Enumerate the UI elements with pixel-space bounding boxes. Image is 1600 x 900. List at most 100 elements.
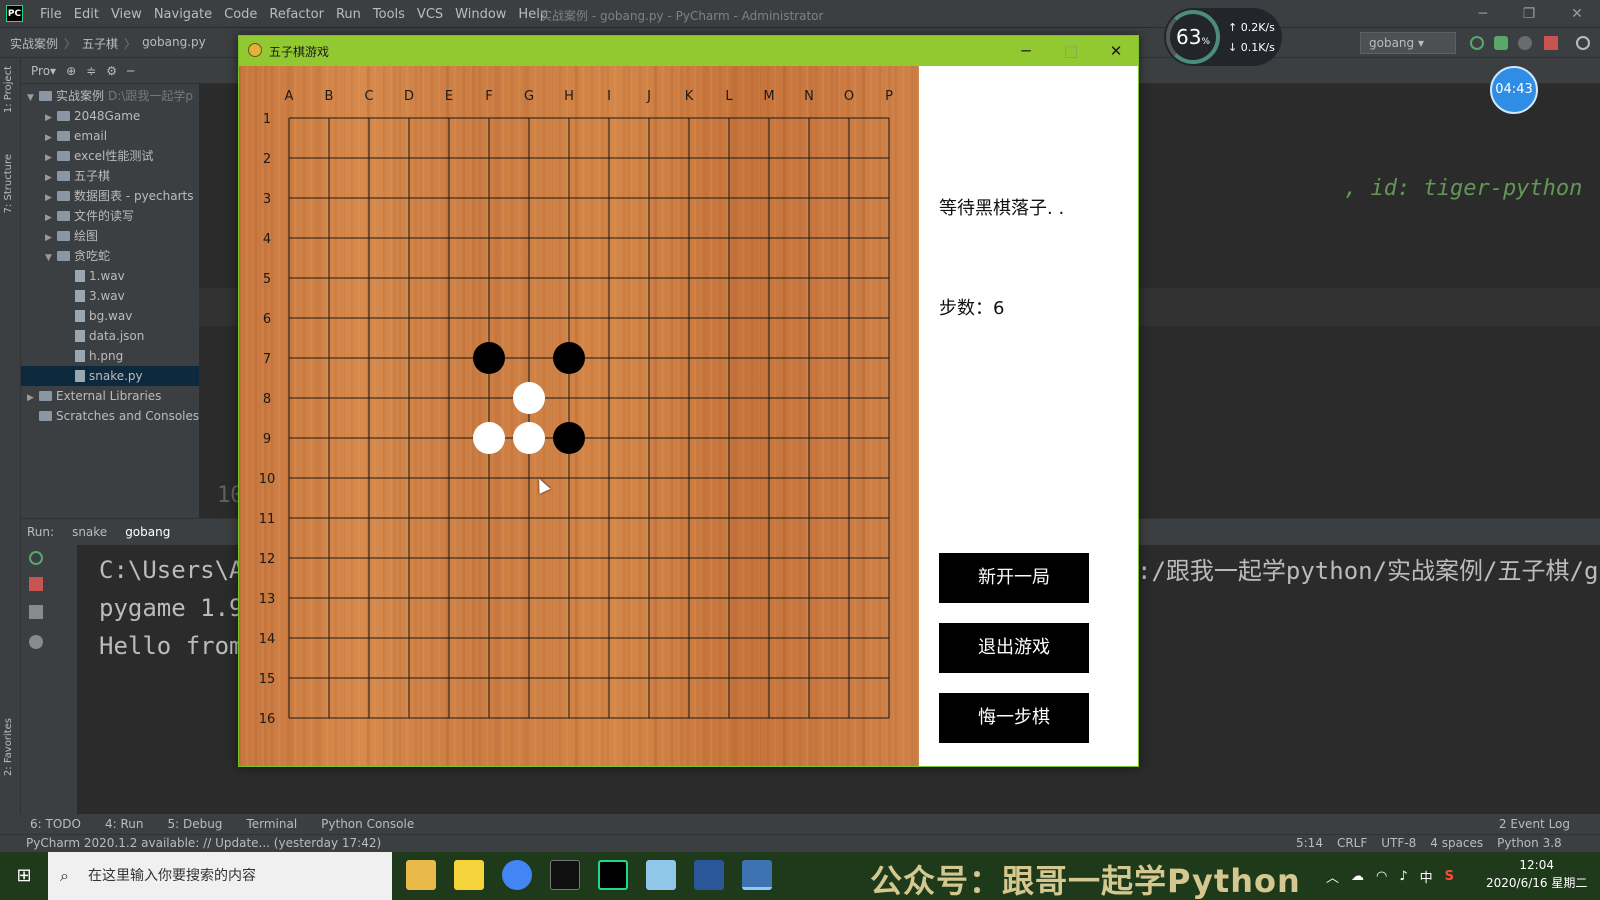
- menu-navigate[interactable]: Navigate: [148, 7, 218, 22]
- white-stone[interactable]: [513, 422, 545, 454]
- volume-icon[interactable]: ♪: [1399, 869, 1407, 884]
- console-output[interactable]: C:\Users\A pygame 1.9 Hello from: [99, 551, 244, 665]
- notepad-icon[interactable]: [646, 860, 676, 890]
- tray-expand-icon[interactable]: ︿: [1326, 867, 1339, 886]
- caret-position[interactable]: 5:14: [1296, 836, 1323, 850]
- menu-window[interactable]: Window: [449, 7, 512, 22]
- tree-item[interactable]: ▶ 文件的读写: [21, 206, 199, 226]
- collapse-all-icon[interactable]: ≑: [86, 64, 96, 78]
- tree-item[interactable]: ▶ 数据图表 - pyecharts: [21, 186, 199, 206]
- tab-debug[interactable]: 5: Debug: [167, 817, 222, 831]
- menu-edit[interactable]: Edit: [68, 7, 105, 22]
- run-tab-snake[interactable]: snake: [72, 525, 107, 539]
- search-icon[interactable]: [1576, 36, 1590, 50]
- file-explorer-icon[interactable]: [406, 860, 436, 890]
- tab-structure[interactable]: 7: Structure: [3, 154, 14, 213]
- menu-code[interactable]: Code: [218, 7, 263, 22]
- sogou-icon[interactable]: S: [1445, 869, 1454, 884]
- recording-timer[interactable]: 04:43: [1490, 66, 1538, 114]
- windows-start-icon[interactable]: ⊞: [0, 852, 48, 900]
- collapsed-arrow-icon[interactable]: ▶: [45, 128, 57, 148]
- tree-item[interactable]: data.json: [21, 326, 199, 346]
- chrome-icon[interactable]: [502, 860, 532, 890]
- undo-move-button[interactable]: 悔一步棋: [939, 693, 1089, 743]
- breadcrumb-item[interactable]: 五子棋: [82, 35, 118, 52]
- tree-item[interactable]: ▶ 2048Game: [21, 106, 199, 126]
- collapsed-arrow-icon[interactable]: ▶: [27, 388, 39, 408]
- tree-item[interactable]: ▼ 实战案例 D:\跟我一起学p: [21, 86, 199, 106]
- menu-refactor[interactable]: Refactor: [263, 7, 330, 22]
- tree-item[interactable]: bg.wav: [21, 306, 199, 326]
- collapsed-arrow-icon[interactable]: ▶: [45, 208, 57, 228]
- sticky-notes-icon[interactable]: [454, 860, 484, 890]
- layout-icon[interactable]: [29, 605, 43, 619]
- tree-item[interactable]: h.png: [21, 346, 199, 366]
- python-interpreter[interactable]: Python 3.8: [1497, 836, 1562, 850]
- minimize-icon[interactable]: ─: [1011, 40, 1041, 62]
- tree-item[interactable]: 3.wav: [21, 286, 199, 306]
- indent-setting[interactable]: 4 spaces: [1430, 836, 1483, 850]
- tab-favorites[interactable]: 2: Favorites: [3, 718, 14, 776]
- rerun-icon[interactable]: [1470, 36, 1484, 50]
- stop-icon[interactable]: [29, 577, 43, 591]
- minimize-icon[interactable]: ─: [1470, 4, 1496, 24]
- close-icon[interactable]: ✕: [1564, 4, 1590, 24]
- tab-terminal[interactable]: Terminal: [246, 817, 297, 831]
- gobang-board[interactable]: A B C D E F G H I J K L M N O P 1 2 3 4 5 6 7 8 9 10 11 12 13 14 15 16: [239, 66, 919, 766]
- menu-tools[interactable]: Tools: [367, 7, 411, 22]
- tree-item[interactable]: ▼ 贪吃蛇: [21, 246, 199, 266]
- tree-item[interactable]: ▶ 绘图: [21, 226, 199, 246]
- taskbar-search-input[interactable]: ⌕ 在这里输入你要搜索的内容: [48, 852, 392, 900]
- breadcrumb-item[interactable]: gobang.py: [142, 35, 206, 52]
- tab-todo[interactable]: 6: TODO: [30, 817, 81, 831]
- board-grid[interactable]: A B C D E F G H I J K L M N O P12345678910111213141516: [239, 66, 919, 766]
- tree-item[interactable]: ▶ email: [21, 126, 199, 146]
- tab-run[interactable]: 4: Run: [105, 817, 144, 831]
- new-game-button[interactable]: 新开一局: [939, 553, 1089, 603]
- pycharm-icon[interactable]: [598, 860, 628, 890]
- run-tab-gobang[interactable]: gobang: [125, 525, 170, 539]
- quit-game-button[interactable]: 退出游戏: [939, 623, 1089, 673]
- tree-item[interactable]: ▶ External Libraries: [21, 386, 199, 406]
- tree-item[interactable]: snake.py: [21, 366, 199, 386]
- file-encoding[interactable]: UTF-8: [1381, 836, 1416, 850]
- collapsed-arrow-icon[interactable]: ▶: [45, 228, 57, 248]
- expanded-arrow-icon[interactable]: ▼: [27, 88, 39, 108]
- coverage-icon[interactable]: [1518, 36, 1532, 50]
- pin-icon[interactable]: [29, 635, 43, 649]
- status-message[interactable]: PyCharm 2020.1.2 available: // Update...…: [26, 836, 381, 850]
- collapsed-arrow-icon[interactable]: ▶: [45, 188, 57, 208]
- close-icon[interactable]: ✕: [1101, 40, 1131, 62]
- expanded-arrow-icon[interactable]: ▼: [45, 248, 57, 268]
- stop-icon[interactable]: [1544, 36, 1558, 50]
- black-stone[interactable]: [553, 342, 585, 374]
- terminal-icon[interactable]: [550, 860, 580, 890]
- tree-item[interactable]: ▶ excel性能测试: [21, 146, 199, 166]
- tab-project[interactable]: 1: Project: [3, 66, 14, 113]
- white-stone[interactable]: [473, 422, 505, 454]
- black-stone[interactable]: [473, 342, 505, 374]
- word-icon[interactable]: [694, 860, 724, 890]
- menu-file[interactable]: File: [34, 7, 68, 22]
- rerun-icon[interactable]: [29, 551, 43, 565]
- tree-item[interactable]: Scratches and Consoles: [21, 406, 199, 426]
- hide-panel-icon[interactable]: ─: [127, 64, 134, 78]
- collapsed-arrow-icon[interactable]: ▶: [45, 108, 57, 128]
- network-speed-widget[interactable]: 63% ↑ 0.2K/s ↓ 0.1K/s: [1164, 8, 1282, 66]
- menu-vcs[interactable]: VCS: [411, 7, 449, 22]
- taskbar-clock[interactable]: 12:04 2020/6/16 星期二: [1486, 856, 1587, 892]
- breadcrumb-item[interactable]: 实战案例: [10, 35, 58, 52]
- ime-indicator[interactable]: 中: [1420, 867, 1433, 886]
- debug-icon[interactable]: [1494, 36, 1508, 50]
- wifi-icon[interactable]: ◠: [1376, 869, 1387, 884]
- run-configuration-select[interactable]: gobang ▾: [1360, 32, 1456, 54]
- line-separator[interactable]: CRLF: [1337, 836, 1367, 850]
- event-log-button[interactable]: 2 Event Log: [1499, 817, 1570, 831]
- tab-python-console[interactable]: Python Console: [321, 817, 414, 831]
- tree-item[interactable]: 1.wav: [21, 266, 199, 286]
- cloud-icon[interactable]: ☁: [1351, 869, 1364, 884]
- menu-view[interactable]: View: [105, 7, 148, 22]
- tree-item[interactable]: ▶ 五子棋: [21, 166, 199, 186]
- restore-icon[interactable]: ❐: [1516, 4, 1542, 24]
- collapsed-arrow-icon[interactable]: ▶: [45, 148, 57, 168]
